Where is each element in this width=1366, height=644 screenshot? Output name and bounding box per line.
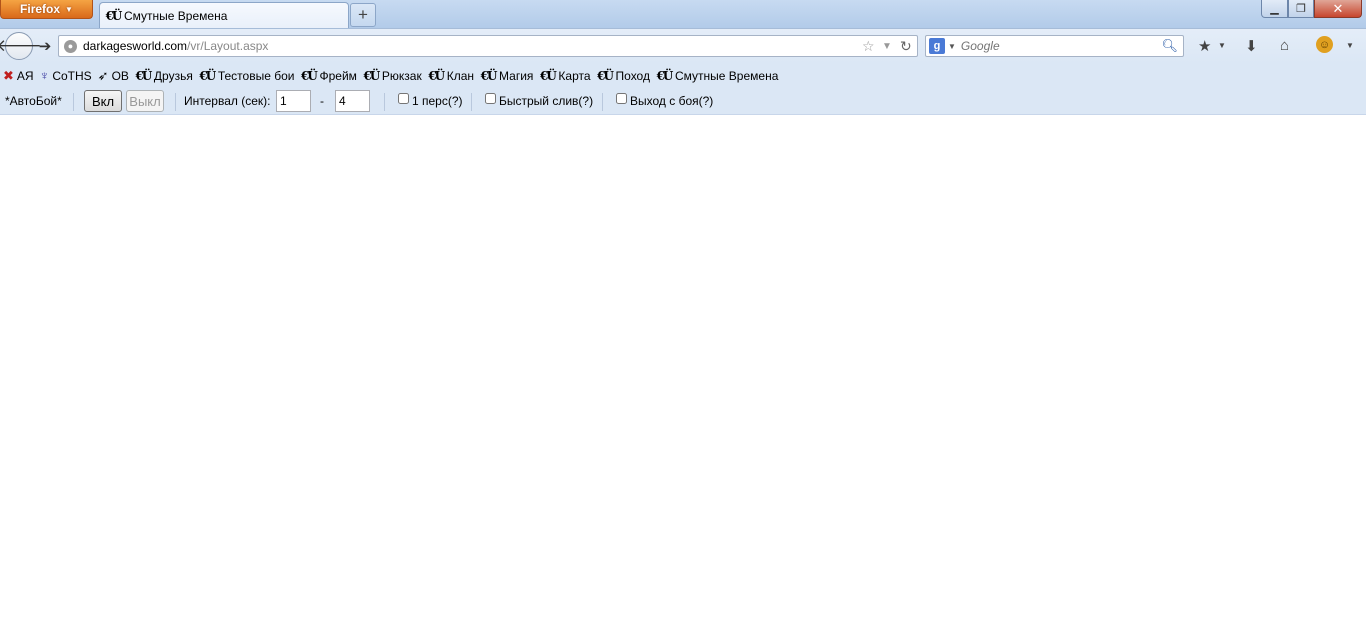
site-glyph-icon: €Ü [597, 68, 614, 83]
addon-face-icon[interactable]: ☺ [1316, 36, 1333, 53]
bookmark-label: Поход [615, 68, 650, 83]
site-glyph-icon: €Ü [428, 68, 445, 83]
home-icon[interactable]: ⌂ [1280, 37, 1289, 54]
bookmark-item[interactable]: €Ü Магия [480, 68, 534, 83]
exit-battle-label: Выход с боя(?) [630, 94, 714, 108]
bookmarks-menu-icon[interactable]: ★ [1198, 37, 1211, 55]
bookmark-item[interactable]: ✖ АЯ [3, 68, 34, 84]
search-bar: g ▼ 🔍︎ [925, 35, 1184, 57]
google-icon[interactable]: g [929, 38, 945, 54]
close-icon: ✕ [1332, 0, 1344, 16]
bookmark-label: Магия [499, 68, 534, 83]
title-bar: Firefox ▼ €Ü Смутные Времена + ▁ ❐ ✕ [0, 0, 1366, 28]
bookmark-item[interactable]: €Ü Поход [597, 69, 650, 83]
download-icon[interactable]: ⬇ [1245, 37, 1258, 55]
forward-button[interactable]: ➔ [35, 36, 55, 56]
new-tab-button[interactable]: + [350, 3, 376, 27]
bookmark-item[interactable]: €Ü Тестовые бои [199, 68, 295, 83]
bookmark-label: Друзья [153, 68, 193, 83]
separator [602, 93, 603, 111]
exit-battle-checkbox[interactable] [616, 93, 627, 104]
bookmark-item[interactable]: €Ü Карта [539, 68, 591, 83]
star-badge-icon: ✖ [3, 67, 14, 83]
bookmark-label: ОВ [111, 68, 129, 83]
firefox-menu-label: Firefox [20, 2, 61, 16]
separator [471, 93, 472, 111]
disable-button[interactable]: Выкл [126, 90, 164, 112]
bookmark-label: CoTHS [52, 68, 92, 83]
page-content [0, 115, 1366, 644]
history-dropdown-icon[interactable]: ▼ [882, 41, 892, 52]
shield-emblem-icon: ♆ [39, 68, 50, 83]
arrow-right-icon: ➔ [38, 38, 52, 55]
bookmark-label: Фрейм [319, 68, 357, 83]
quick-drain-checkbox[interactable] [485, 93, 496, 104]
separator [175, 93, 176, 111]
url-path: /vr/Layout.aspx [187, 39, 269, 53]
minimize-button[interactable]: ▁ [1261, 0, 1288, 18]
site-glyph-icon: €Ü [656, 68, 674, 83]
single-char-label: 1 перс(?) [412, 94, 463, 108]
restore-icon: ❐ [1296, 3, 1306, 15]
quick-drain-label: Быстрый слив(?) [499, 94, 594, 108]
chevron-down-icon[interactable]: ▼ [1218, 41, 1226, 50]
bookmark-label: Рюкзак [381, 68, 422, 83]
maximize-button[interactable]: ❐ [1288, 0, 1314, 18]
bird-icon: ➶ [97, 67, 109, 83]
bookmarks-toolbar: ✖ АЯ ♆ CoTHS ➶ ОВ €Ü Друзья €Ü Тестовые бои €Ü Фрей… [0, 63, 1366, 88]
bookmark-item[interactable]: ➶ ОВ [98, 68, 129, 84]
interval-dash: - [320, 94, 324, 108]
url-host: darkagesworld.com [83, 39, 188, 53]
chevron-down-icon[interactable]: ▼ [948, 42, 956, 51]
close-button[interactable]: ✕ [1314, 0, 1362, 18]
bookmark-label: Тестовые бои [217, 68, 295, 83]
reload-icon[interactable]: ↻ [900, 38, 912, 55]
bookmark-item[interactable]: €Ü Клан [428, 69, 474, 83]
enable-button[interactable]: Вкл [84, 90, 122, 112]
single-char-checkbox[interactable] [398, 93, 409, 104]
bookmark-item[interactable]: €Ü Смутные Времена [656, 68, 779, 83]
site-glyph-icon: €Ü [301, 68, 318, 83]
bookmark-label: АЯ [16, 68, 34, 83]
tab-smutnye-vremena[interactable]: €Ü Смутные Времена [99, 2, 349, 28]
search-input[interactable] [960, 39, 1161, 53]
interval-label: Интервал (сек): [184, 94, 271, 108]
autobattle-toolbar: *АвтоБой* Вкл Выкл Интервал (сек): - 1 п… [0, 88, 1366, 115]
chevron-down-icon[interactable]: ▼ [1346, 41, 1354, 50]
site-glyph-icon: €Ü [105, 8, 123, 23]
site-glyph-icon: €Ü [135, 68, 153, 83]
site-glyph-icon: €Ü [480, 68, 498, 83]
bookmark-item[interactable]: €Ü Рюкзак [363, 68, 422, 83]
bookmark-label: Клан [446, 68, 475, 83]
chevron-down-icon: ▼ [65, 4, 73, 14]
site-glyph-icon: €Ü [363, 68, 380, 83]
bookmark-label: Карта [558, 68, 591, 83]
bookmark-item[interactable]: ♆ CoTHS [40, 68, 92, 83]
minimize-icon: ▁ [1270, 3, 1279, 15]
search-icon[interactable]: 🔍︎ [1161, 38, 1178, 54]
back-button[interactable]: 🡐 [0, 32, 42, 60]
separator [73, 93, 74, 111]
url-bar[interactable]: ● darkagesworld.com/vr/Layout.aspx ☆ ▼ ↻ [58, 35, 918, 57]
separator [384, 93, 385, 111]
globe-icon: ● [64, 39, 77, 53]
bookmark-label: Смутные Времена [674, 68, 779, 83]
tab-title: Смутные Времена [124, 8, 228, 23]
bookmark-item[interactable]: €Ü Друзья [135, 69, 193, 83]
bookmark-star-icon[interactable]: ☆ [862, 38, 875, 55]
interval-from-input[interactable] [276, 90, 311, 112]
site-glyph-icon: €Ü [540, 68, 557, 83]
autobattle-title: *АвтоБой* [5, 94, 62, 108]
interval-to-input[interactable] [335, 90, 370, 112]
site-glyph-icon: €Ü [199, 68, 216, 83]
firefox-menu-button[interactable]: Firefox ▼ [0, 0, 93, 19]
navigation-toolbar: 🡐 ➔ ● darkagesworld.com/vr/Layout.aspx ☆… [0, 28, 1366, 63]
bookmark-item[interactable]: €Ü Фрейм [300, 68, 357, 83]
